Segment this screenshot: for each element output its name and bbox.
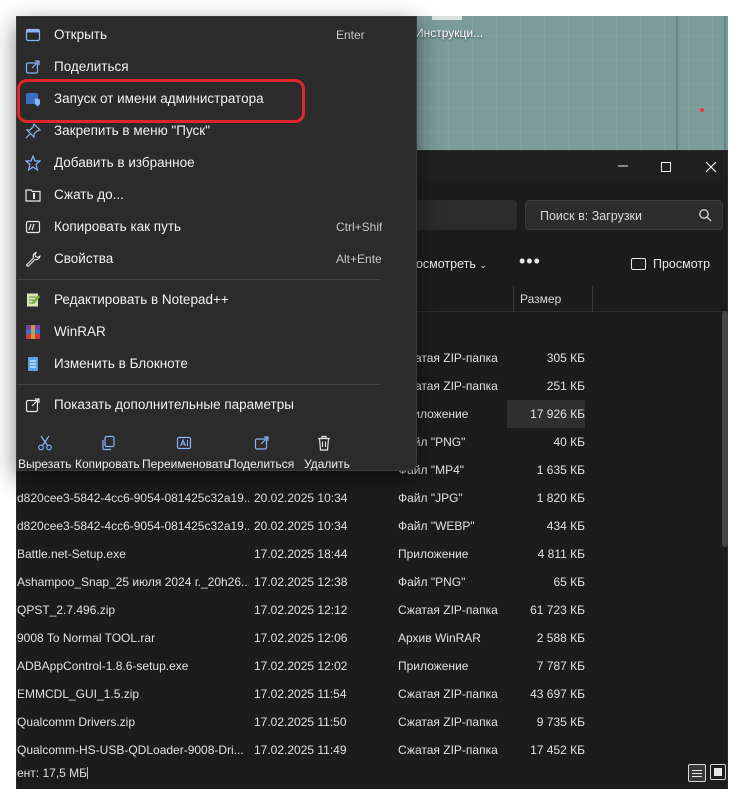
more-options-icon bbox=[25, 398, 40, 413]
open-icon bbox=[25, 28, 41, 42]
minimize-button[interactable] bbox=[609, 155, 637, 179]
maximize-icon bbox=[661, 162, 671, 172]
menu-item-copy-as-path[interactable]: Копировать как путь Ctrl+Shift+C bbox=[17, 211, 416, 243]
notepad-icon bbox=[28, 357, 38, 371]
chevron-down-icon: ⌄ bbox=[479, 260, 487, 270]
menu-item-edit-notepadpp[interactable]: Редактировать в Notepad++ bbox=[17, 284, 416, 316]
status-text: ент: 17,5 МБ bbox=[17, 766, 88, 780]
share-icon bbox=[25, 60, 40, 74]
file-row[interactable]: Qualcomm Drivers.zip 17.02.2025 11:50 Сжат… bbox=[17, 708, 717, 736]
maximize-button[interactable] bbox=[652, 155, 680, 179]
context-menu-action-bar: Вырезать Копировать Переименовать Подели… bbox=[17, 427, 416, 472]
file-row[interactable]: d820cee3-5842-4cc6-9054-081425c32a19....… bbox=[17, 484, 717, 512]
file-row[interactable]: ADBAppControl-1.8.6-setup.exe 17.02.2025 … bbox=[17, 652, 717, 680]
tiles-view-button[interactable] bbox=[710, 764, 726, 780]
search-placeholder: Поиск в: Загрузки bbox=[540, 209, 643, 223]
preview-pane-button[interactable]: Просмотр bbox=[631, 257, 710, 271]
status-separator bbox=[87, 767, 88, 779]
close-button[interactable] bbox=[697, 155, 725, 179]
copy-icon bbox=[102, 435, 115, 451]
copy-path-icon bbox=[25, 220, 41, 234]
file-row[interactable]: Ashampoo_Snap_25 июля 2024 г._20h26.... 1… bbox=[17, 568, 717, 596]
wallpaper-red-dot bbox=[700, 108, 704, 112]
share-action-icon bbox=[254, 436, 269, 450]
zip-icon bbox=[25, 189, 41, 202]
close-icon bbox=[705, 161, 717, 173]
menu-separator bbox=[17, 384, 380, 385]
vertical-scrollbar[interactable] bbox=[722, 311, 728, 547]
context-menu: Открыть Enter Поделиться Запуск от имени… bbox=[16, 16, 417, 471]
menu-item-winrar[interactable]: WinRAR bbox=[17, 316, 416, 348]
pin-icon bbox=[25, 123, 41, 139]
wrench-icon bbox=[25, 251, 41, 267]
search-icon bbox=[699, 209, 712, 222]
view-menu-button[interactable]: росмотреть ⌄ bbox=[409, 257, 487, 271]
wallpaper-tower bbox=[676, 16, 726, 156]
menu-separator bbox=[17, 279, 380, 280]
preview-pane-icon bbox=[631, 258, 646, 270]
star-icon bbox=[25, 155, 41, 171]
menu-item-pin-to-start[interactable]: Закрепить в меню "Пуск" bbox=[17, 115, 416, 147]
column-header-size[interactable]: Размер bbox=[513, 286, 593, 312]
menu-item-compress[interactable]: Сжать до... bbox=[17, 179, 416, 211]
file-row[interactable]: EMMCDL_GUI_1.5.zip 17.02.2025 11:54 Сжатая… bbox=[17, 680, 717, 708]
menu-item-open[interactable]: Открыть Enter bbox=[17, 19, 416, 51]
menu-item-add-to-favorites[interactable]: Добавить в избранное bbox=[17, 147, 416, 179]
address-bar[interactable] bbox=[407, 200, 517, 230]
file-row[interactable]: QPST_2.7.496.zip 17.02.2025 12:12 Сжатая Z… bbox=[17, 596, 717, 624]
cut-icon bbox=[38, 435, 52, 451]
delete-icon bbox=[318, 435, 330, 451]
file-row[interactable]: d820cee3-5842-4cc6-9054-081425c32a19....… bbox=[17, 512, 717, 540]
file-row[interactable]: 9008 To Normal TOOL.rar 17.02.2025 12:06 А… bbox=[17, 624, 717, 652]
minimize-icon bbox=[618, 165, 628, 167]
rename-icon bbox=[176, 436, 192, 450]
search-input[interactable]: Поиск в: Загрузки bbox=[525, 200, 723, 230]
details-view-button[interactable] bbox=[688, 764, 706, 782]
winrar-icon bbox=[26, 325, 40, 339]
menu-item-edit-notepad[interactable]: Изменить в Блокноте bbox=[17, 348, 416, 380]
desktop-icon-label[interactable]: Инструкци... bbox=[415, 26, 483, 40]
menu-item-show-more-options[interactable]: Показать дополнительные параметры bbox=[17, 389, 416, 421]
menu-item-properties[interactable]: Свойства Alt+Enter bbox=[17, 243, 416, 275]
desktop-icon[interactable] bbox=[432, 16, 462, 20]
status-bar: ент: 17,5 МБ bbox=[17, 759, 727, 789]
file-row[interactable]: Battle.net-Setup.exe 17.02.2025 18:44 Прил… bbox=[17, 540, 717, 568]
more-options-button[interactable]: ••• bbox=[519, 251, 541, 272]
notepadpp-icon bbox=[27, 293, 40, 307]
